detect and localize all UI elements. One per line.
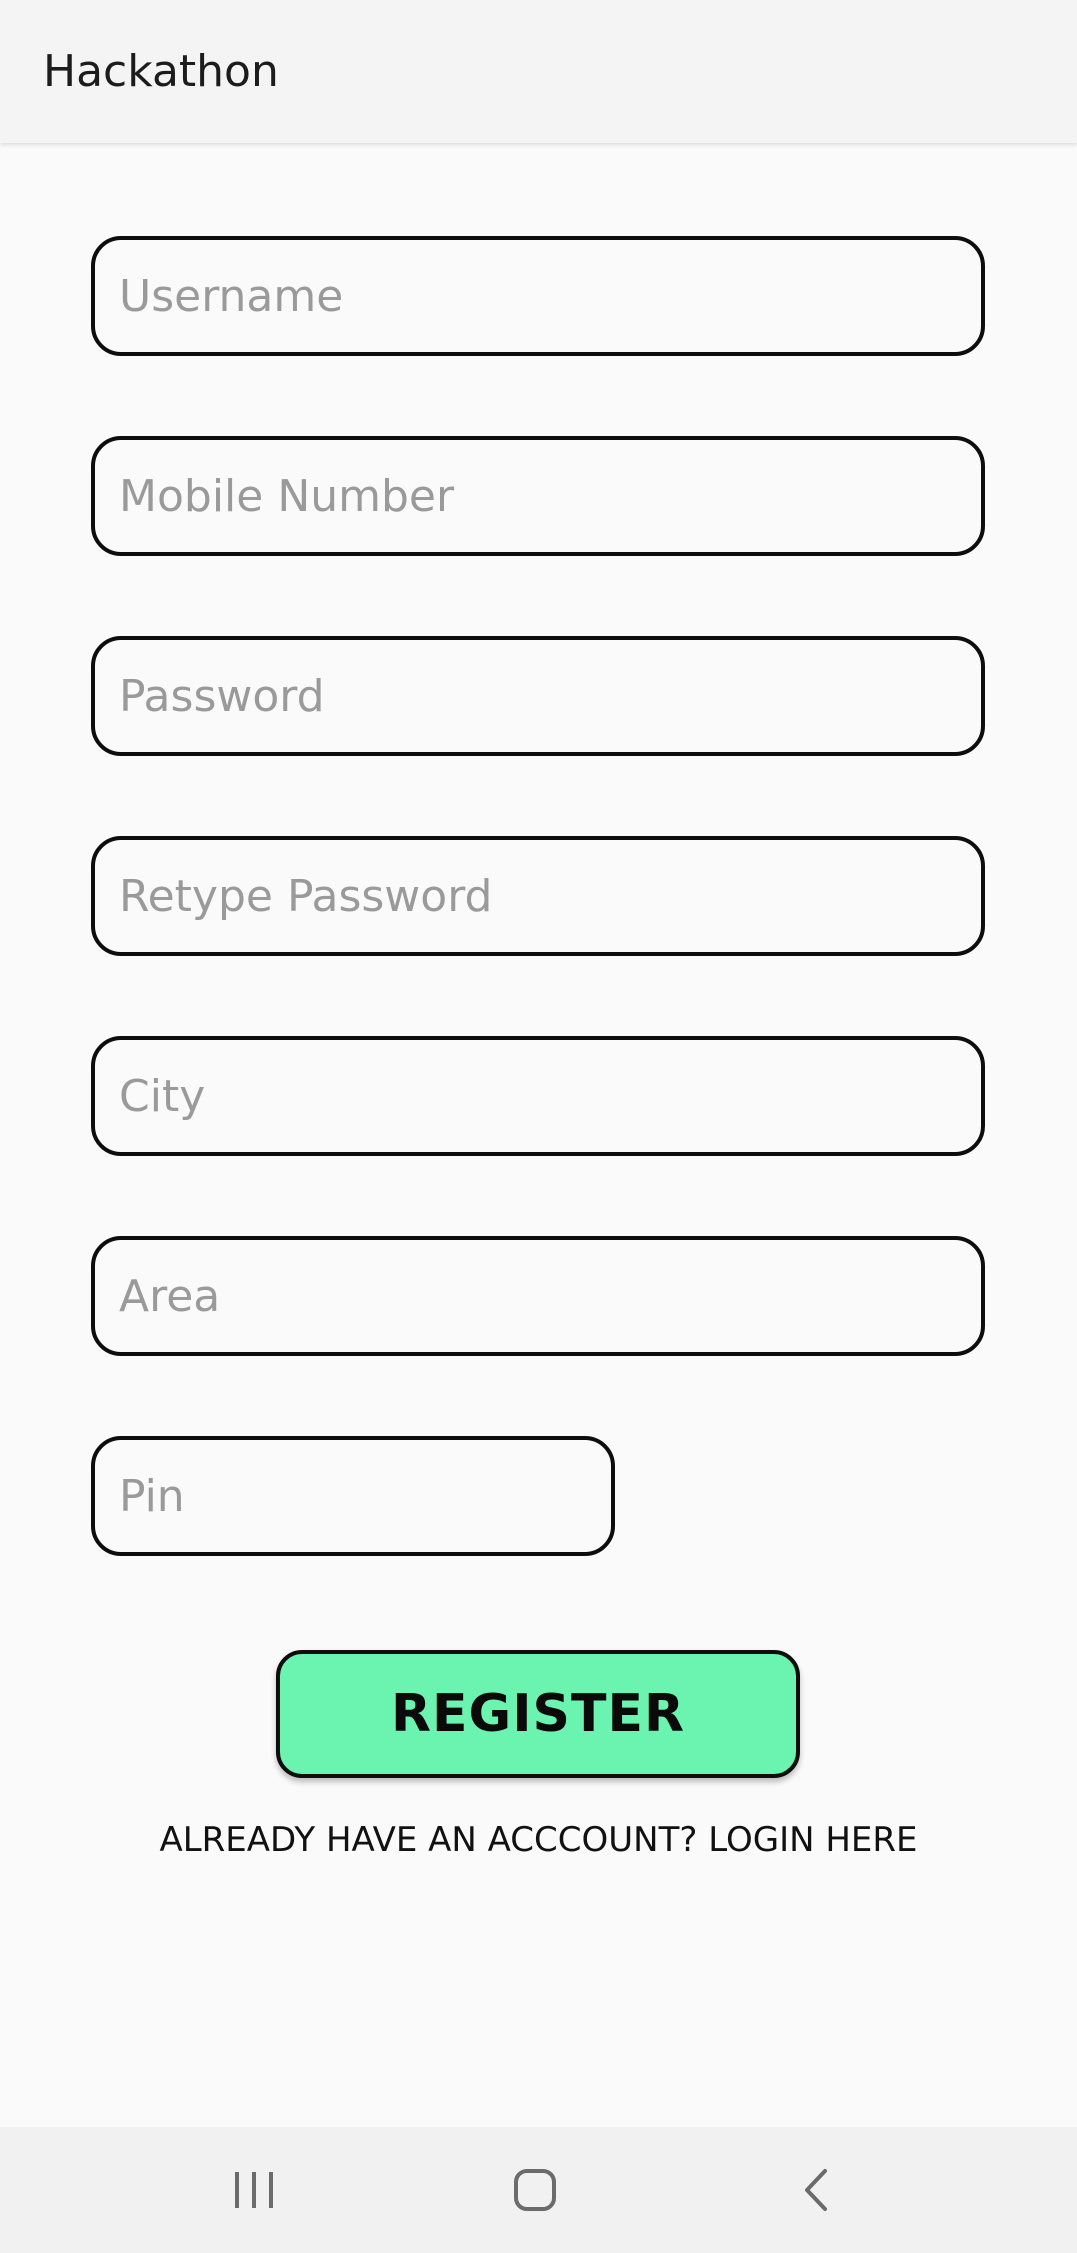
city-field[interactable] — [91, 1036, 985, 1156]
password-input[interactable] — [95, 640, 981, 752]
home-icon — [514, 2169, 556, 2211]
username-input[interactable] — [95, 240, 981, 352]
retype-password-input[interactable] — [95, 840, 981, 952]
retype-password-field[interactable] — [91, 836, 985, 956]
mobile-number-field[interactable] — [91, 436, 985, 556]
back-button[interactable] — [756, 2127, 876, 2253]
pin-field[interactable] — [91, 1436, 615, 1556]
recent-apps-button[interactable] — [194, 2127, 314, 2253]
password-field[interactable] — [91, 636, 985, 756]
register-button-label: REGISTER — [390, 1684, 686, 1744]
register-button[interactable]: REGISTER — [276, 1650, 800, 1778]
area-input[interactable] — [95, 1240, 981, 1352]
mobile-number-input[interactable] — [95, 440, 981, 552]
city-input[interactable] — [95, 1040, 981, 1152]
login-link[interactable]: ALREADY HAVE AN ACCCOUNT? LOGIN HERE — [0, 1820, 1077, 1860]
system-nav-bar — [0, 2127, 1077, 2253]
app-bar: Hackathon — [0, 0, 1077, 143]
recent-apps-icon — [235, 2172, 273, 2208]
app-title: Hackathon — [43, 46, 279, 97]
area-field[interactable] — [91, 1236, 985, 1356]
home-button[interactable] — [475, 2127, 595, 2253]
username-field[interactable] — [91, 236, 985, 356]
pin-input[interactable] — [95, 1440, 611, 1552]
back-icon — [805, 2169, 827, 2211]
